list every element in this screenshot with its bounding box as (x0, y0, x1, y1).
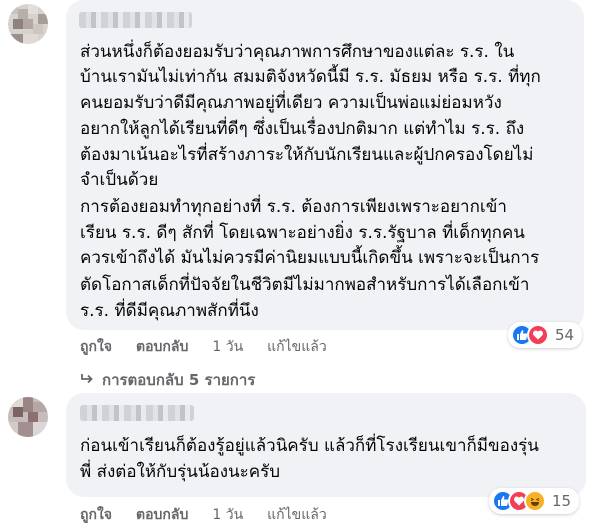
reply-button[interactable]: ตอบกลับ (136, 336, 188, 358)
view-replies-label: การตอบกลับ 5 รายการ (102, 371, 256, 389)
edited-label[interactable]: แก้ไขแล้ว (267, 336, 327, 358)
commenter-avatar[interactable] (8, 397, 48, 437)
comment-text-line: การต้องยอมทำทุกอย่างที่ ร.ร. ต้องการเพีย… (80, 197, 507, 217)
comment-text-line: ตัดโอกาสเด็กที่ปัจจัยในชีวิตมีไม่มากพอสำ… (80, 275, 530, 295)
comment-text-line: เรียน ร.ร. ดีๆ สักที่ โดยเฉพาะอย่างยิ่ง … (80, 223, 525, 243)
comment-text-line: อยากให้ลูกได้เรียนที่ดีๆ ซึ่งเป็นเรื่องป… (80, 119, 525, 139)
commenter-name-redacted[interactable] (79, 12, 192, 28)
like-button[interactable]: ถูกใจ (80, 336, 112, 358)
comment-text-line: ควรเข้าถึงได้ มันไม่ควรมีค่านิยมแบบนี้เก… (80, 248, 540, 268)
reaction-count: 15 (552, 492, 572, 510)
comment-text-line: คนยอมรับว่าดีมีคุณภาพอยู่ที่เดียว ความเป… (80, 93, 502, 113)
comment-timestamp[interactable]: 1 วัน (212, 336, 243, 358)
commenter-avatar[interactable] (8, 4, 48, 44)
comment-actions: ถูกใจ ตอบกลับ 1 วัน แก้ไขแล้ว (80, 337, 327, 357)
comment-text-line: ส่วนหนึ่งก็ต้องยอมรับว่าคุณภาพการศึกษาขอ… (80, 42, 515, 62)
comment-text-line: ร.ร. ที่ดีมีคุณภาพสักที่นึง (80, 301, 259, 321)
comment-text-line: ต้องมาเน้นอะไรที่สร้างภาระให้กับนักเรียน… (80, 145, 534, 165)
reaction-summary[interactable]: 15 (489, 488, 580, 514)
commenter-name-redacted[interactable] (80, 405, 194, 421)
comment-text-line: ก่อนเข้าเรียนก็ต้องรู้อยู่แล้วนิครับ แล้… (80, 436, 539, 456)
comment-text-line: พี่ ส่งต่อให้กับรุ่นน้องนะครับ (80, 462, 281, 482)
comment-text-line: จำเป็นด้วย (80, 170, 159, 190)
reaction-summary[interactable]: 54 (508, 322, 583, 348)
reply-arrow-icon (80, 371, 94, 389)
view-replies-link[interactable]: การตอบกลับ 5 รายการ (80, 370, 255, 390)
love-icon (527, 324, 549, 346)
like-button[interactable]: ถูกใจ (80, 504, 112, 526)
comment-actions: ถูกใจ ตอบกลับ 1 วัน แก้ไขแล้ว (80, 505, 327, 525)
comment-timestamp[interactable]: 1 วัน (212, 504, 243, 526)
comment-text-line: บ้านเรามันไม่เท่ากัน สมมติจังหวัดนี้มี ร… (80, 67, 541, 87)
comment-thread: ส่วนหนึ่งก็ต้องยอมรับว่าคุณภาพการศึกษาขอ… (0, 0, 600, 529)
reply-button[interactable]: ตอบกลับ (136, 504, 188, 526)
reaction-count: 54 (555, 326, 575, 344)
haha-icon (524, 490, 546, 512)
edited-label[interactable]: แก้ไขแล้ว (267, 504, 327, 526)
